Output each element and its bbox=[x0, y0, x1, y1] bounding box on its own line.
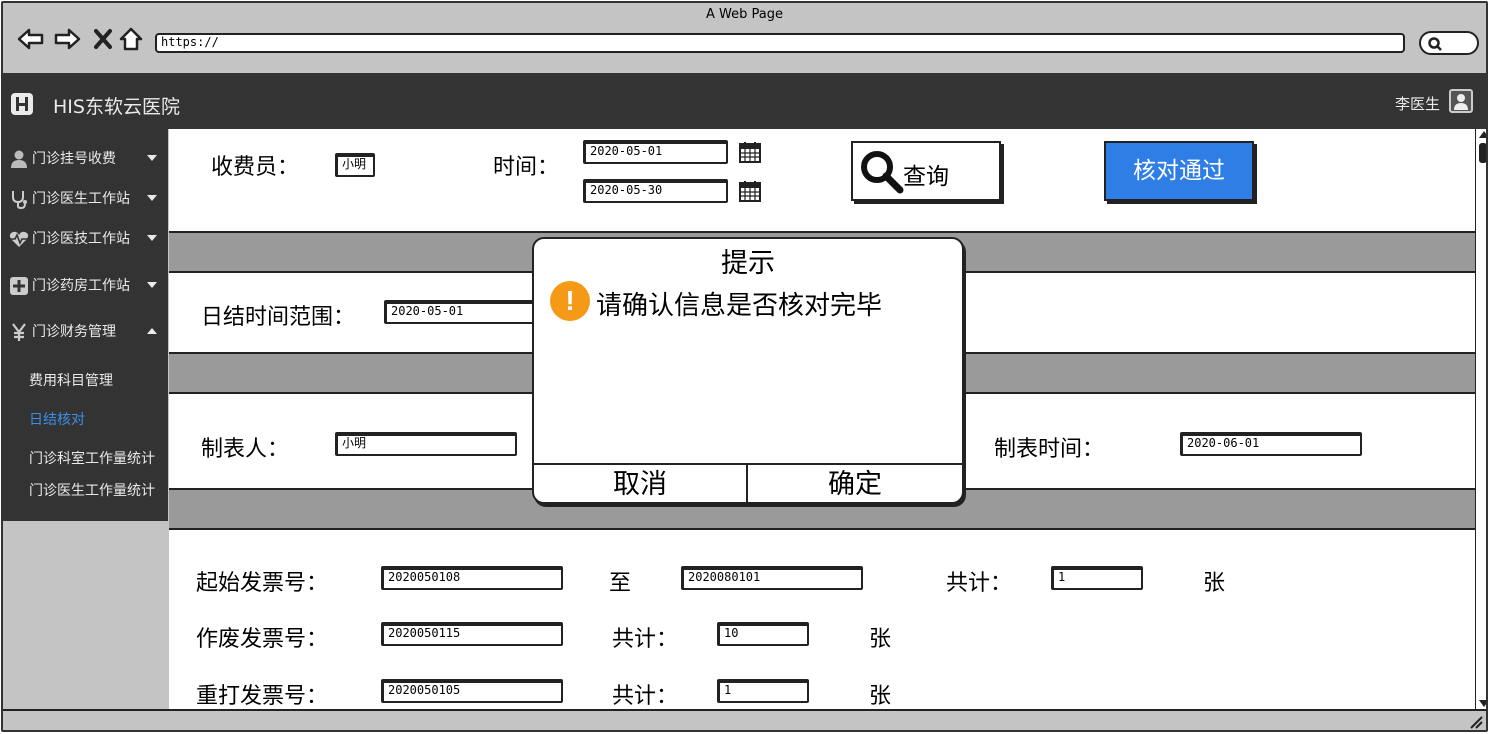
end-date-input[interactable]: 2020-05-30 bbox=[583, 179, 728, 203]
sidebar-item-pharmacy[interactable]: 门诊药房工作站 bbox=[3, 270, 168, 300]
dialog-message: 请确认信息是否核对完毕 bbox=[596, 291, 883, 321]
user-name[interactable]: 李医生 bbox=[1395, 93, 1440, 114]
stop-icon[interactable] bbox=[89, 25, 117, 53]
unit-label: 张 bbox=[869, 684, 892, 709]
scroll-up-icon[interactable] bbox=[1479, 131, 1486, 138]
report-time-label: 制表时间： bbox=[994, 437, 1105, 462]
chevron-down-icon bbox=[147, 282, 157, 288]
unit-label: 张 bbox=[1203, 571, 1226, 596]
sidebar-item-label: 门诊财务管理 bbox=[32, 324, 116, 340]
report-maker-label: 制表人： bbox=[201, 437, 290, 462]
heartbeat-icon bbox=[9, 231, 29, 247]
vertical-scrollbar[interactable] bbox=[1475, 129, 1486, 709]
total-label: 共计： bbox=[612, 627, 679, 652]
void-total-input[interactable]: 10 bbox=[717, 622, 809, 646]
cashier-label: 收费员： bbox=[211, 155, 300, 180]
start-total-input[interactable]: 1 bbox=[1051, 566, 1143, 590]
sidebar-item-label: 门诊医生工作站 bbox=[32, 191, 130, 207]
home-icon[interactable] bbox=[117, 25, 145, 53]
report-time-input[interactable]: 2020-06-01 bbox=[1180, 432, 1362, 456]
app-header: HIS东软云医院 李医生 bbox=[3, 73, 1486, 129]
to-label: 至 bbox=[609, 571, 632, 596]
time-label: 时间： bbox=[493, 155, 560, 180]
user-avatar-icon[interactable] bbox=[1449, 89, 1473, 113]
app-title: HIS东软云医院 bbox=[53, 96, 180, 118]
search-icon bbox=[1428, 37, 1442, 51]
calendar-icon[interactable] bbox=[739, 180, 761, 202]
start-invoice-label: 起始发票号： bbox=[196, 571, 329, 596]
start-invoice-input[interactable]: 2020050108 bbox=[381, 566, 563, 590]
cancel-button[interactable]: 取消 bbox=[534, 465, 748, 506]
url-input[interactable]: https:// bbox=[155, 33, 1405, 53]
back-arrow-icon[interactable] bbox=[17, 25, 45, 53]
dialog-title: 提示 bbox=[721, 248, 775, 279]
browser-search-box[interactable] bbox=[1419, 31, 1479, 55]
forward-arrow-icon[interactable] bbox=[53, 25, 81, 53]
hospital-logo-icon bbox=[11, 93, 33, 115]
confirm-dialog: 提示 ! 请确认信息是否核对完毕 取消 确定 bbox=[532, 237, 964, 506]
void-invoice-label: 作废发票号： bbox=[196, 627, 329, 652]
warning-icon: ! bbox=[550, 281, 590, 321]
window-title: A Web Page bbox=[706, 7, 783, 22]
sidebar-empty-area bbox=[3, 521, 168, 707]
sidebar-item-doctor-station[interactable]: 门诊医生工作站 bbox=[3, 183, 168, 213]
start-date-input[interactable]: 2020-05-01 bbox=[583, 140, 728, 164]
void-invoice-input[interactable]: 2020050115 bbox=[381, 622, 563, 646]
settlement-start-input[interactable]: 2020-05-01 bbox=[384, 300, 534, 324]
status-bar bbox=[3, 709, 1486, 730]
settlement-range-label: 日结时间范围： bbox=[201, 305, 356, 330]
reprint-invoice-input[interactable]: 2020050105 bbox=[381, 679, 563, 703]
total-label: 共计： bbox=[612, 684, 679, 709]
reprint-total-input[interactable]: 1 bbox=[717, 679, 809, 703]
sidebar-subitem-dept-workload[interactable]: 门诊科室工作量统计 bbox=[29, 448, 155, 468]
sidebar-item-label: 门诊医技工作站 bbox=[32, 231, 130, 247]
sidebar-subitem-daily-check[interactable]: 日结核对 bbox=[29, 409, 85, 429]
query-button-label: 查询 bbox=[903, 164, 949, 190]
sidebar-item-finance[interactable]: 门诊财务管理 bbox=[3, 316, 168, 346]
sidebar-subitem-fee-items[interactable]: 费用科目管理 bbox=[29, 370, 113, 390]
browser-chrome: A Web Page https:// bbox=[3, 3, 1486, 73]
sidebar: 门诊挂号收费 门诊医生工作站 门诊医技工作站 门诊药房工作站 门诊财务管理 费用… bbox=[3, 129, 168, 521]
yen-icon bbox=[12, 323, 26, 341]
browser-window: A Web Page https:// HIS东软云医院 李医生 门诊挂号收费 bbox=[1, 1, 1488, 732]
report-maker-input[interactable]: 小明 bbox=[335, 432, 517, 456]
chevron-down-icon bbox=[147, 195, 157, 201]
query-button[interactable]: 查询 bbox=[851, 141, 1001, 201]
calendar-icon[interactable] bbox=[739, 141, 761, 163]
sidebar-subitem-doctor-workload[interactable]: 门诊医生工作量统计 bbox=[29, 480, 155, 500]
dialog-footer: 取消 确定 bbox=[534, 463, 962, 506]
sidebar-item-tech-station[interactable]: 门诊医技工作站 bbox=[3, 223, 168, 253]
end-invoice-input[interactable]: 2020080101 bbox=[681, 566, 863, 590]
approve-button[interactable]: 核对通过 bbox=[1104, 141, 1254, 201]
sidebar-item-label: 门诊药房工作站 bbox=[32, 278, 130, 294]
scroll-thumb[interactable] bbox=[1479, 143, 1486, 163]
user-doctor-icon bbox=[11, 150, 27, 168]
sidebar-item-label: 门诊挂号收费 bbox=[32, 151, 116, 167]
unit-label: 张 bbox=[869, 627, 892, 652]
sidebar-item-registration[interactable]: 门诊挂号收费 bbox=[3, 143, 168, 173]
reprint-invoice-label: 重打发票号： bbox=[196, 684, 329, 709]
chevron-down-icon bbox=[147, 235, 157, 241]
confirm-button[interactable]: 确定 bbox=[748, 465, 962, 506]
resize-grip-icon[interactable] bbox=[1469, 715, 1483, 729]
chevron-down-icon bbox=[147, 155, 157, 161]
scroll-down-icon[interactable] bbox=[1479, 700, 1486, 707]
cashier-input[interactable]: 小明 bbox=[335, 153, 375, 177]
stethoscope-icon bbox=[12, 191, 27, 209]
plus-square-icon bbox=[10, 277, 28, 295]
search-icon bbox=[861, 151, 904, 194]
total-label: 共计： bbox=[946, 571, 1013, 596]
chevron-up-icon bbox=[147, 328, 157, 334]
